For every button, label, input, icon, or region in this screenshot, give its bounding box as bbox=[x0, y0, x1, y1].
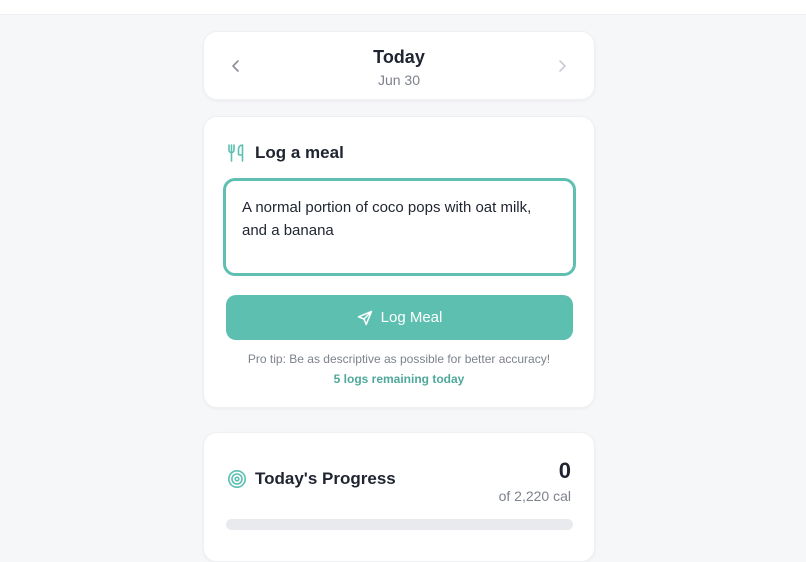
target-icon bbox=[228, 470, 246, 488]
progress-card: Today's Progress 0 of 2,220 cal bbox=[203, 432, 595, 562]
top-bar bbox=[0, 0, 806, 15]
meal-description-input[interactable]: A normal portion of coco pops with oat m… bbox=[223, 178, 576, 276]
send-icon bbox=[357, 310, 372, 325]
log-meal-card: Log a meal A normal portion of coco pops… bbox=[203, 116, 595, 408]
chevron-right-icon bbox=[559, 60, 566, 72]
date-title: Today bbox=[373, 47, 425, 67]
progress-title: Today's Progress bbox=[255, 469, 396, 488]
utensils-icon bbox=[228, 144, 244, 162]
date-label: Jun 30 bbox=[377, 72, 421, 88]
progress-header: Today's Progress bbox=[227, 469, 396, 489]
log-meal-button-label: Log Meal bbox=[380, 309, 443, 326]
calorie-progress-bar bbox=[226, 519, 573, 530]
next-day-button[interactable] bbox=[550, 54, 574, 78]
pro-tip-text: Pro tip: Be as descriptive as possible f… bbox=[247, 352, 551, 366]
calories-consumed: 0 bbox=[558, 458, 571, 483]
calorie-goal: of 2,220 cal bbox=[498, 488, 571, 504]
date-navigator: Today Jun 30 bbox=[203, 31, 595, 100]
logs-remaining-text: 5 logs remaining today bbox=[333, 372, 465, 386]
log-meal-title: Log a meal bbox=[255, 143, 344, 162]
log-meal-header: Log a meal bbox=[227, 143, 344, 163]
log-meal-button[interactable]: Log Meal bbox=[226, 295, 573, 340]
